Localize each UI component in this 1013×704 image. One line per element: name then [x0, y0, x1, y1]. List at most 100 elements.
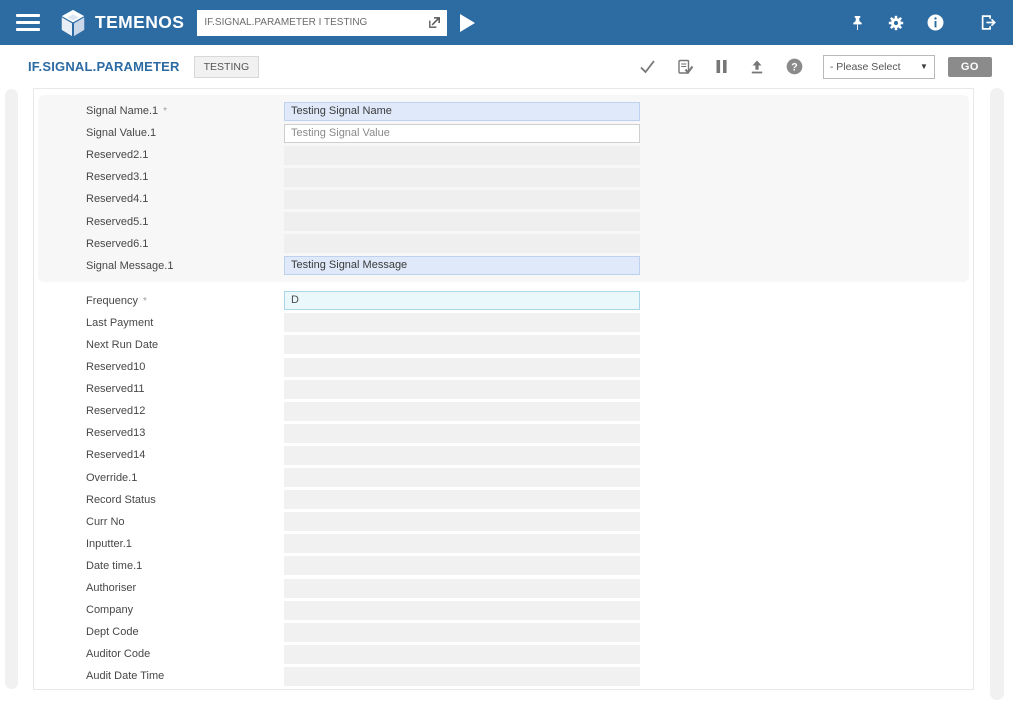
field-input-signal-name-1[interactable]: Testing Signal Name	[284, 101, 640, 121]
form-row: Audit Date Time	[34, 665, 973, 687]
field-label-text: Dept Code	[86, 626, 139, 639]
temenos-logo-icon	[61, 9, 85, 36]
field-label-text: Reserved3.1	[86, 171, 149, 184]
go-button[interactable]: GO	[947, 56, 992, 77]
field-label-text: Reserved13	[86, 427, 146, 440]
field-label: Audit Date Time	[86, 670, 284, 682]
form-row: Date time.1	[34, 555, 973, 577]
field-label-text: Signal Value.1	[86, 127, 157, 140]
help-icon[interactable]: ?	[786, 58, 803, 75]
form-row: Reserved14	[34, 444, 973, 466]
field-label: Reserved4.1	[86, 193, 284, 205]
field-label-text: Signal Name.1	[86, 105, 159, 118]
validate-doc-icon[interactable]	[677, 59, 694, 75]
field-input-reserved11	[284, 379, 640, 399]
command-input[interactable]	[204, 17, 428, 28]
field-label: Signal Name.1 *	[86, 105, 284, 117]
svg-text:?: ?	[791, 61, 797, 73]
field-input-reserved3-1	[284, 167, 640, 187]
field-label-text: Record Status	[86, 493, 156, 506]
field-label-text: Reserved11	[86, 383, 145, 396]
field-input-reserved6-1	[284, 234, 640, 254]
field-input-frequency[interactable]: D	[284, 291, 640, 311]
field-input-signal-value-1[interactable]: Testing Signal Value	[284, 123, 640, 143]
form-row: Frequency * D	[34, 290, 973, 312]
field-input-reserved4-1	[284, 189, 640, 209]
pin-icon[interactable]	[850, 15, 865, 31]
action-select[interactable]: - Please Select ▼	[822, 54, 935, 79]
hamburger-menu-icon[interactable]	[16, 14, 40, 31]
field-input-reserved10	[284, 357, 640, 377]
field-label-text: Curr No	[86, 515, 125, 528]
form-row: Reserved3.1	[38, 166, 969, 188]
field-input-signal-message-1[interactable]: Testing Signal Message	[284, 256, 640, 276]
field-label-text: Reserved12	[86, 405, 146, 418]
field-input-company	[284, 600, 640, 620]
field-label: Record Status	[86, 494, 284, 506]
field-label: Company	[86, 604, 284, 616]
field-input-reserved13	[284, 423, 640, 443]
field-label: Reserved13	[86, 427, 284, 439]
form-row: Reserved11	[34, 378, 973, 400]
header-actions	[850, 14, 997, 32]
field-input-curr-no	[284, 512, 640, 532]
form-row: Company	[34, 599, 973, 621]
field-label-text: Date time.1	[86, 559, 143, 572]
form-row: Next Run Date	[34, 334, 973, 356]
left-scrollbar-track[interactable]	[5, 89, 18, 689]
chevron-down-icon: ▼	[919, 62, 928, 71]
logout-icon[interactable]	[980, 14, 997, 31]
form-row: Reserved5.1	[38, 210, 969, 232]
record-toolbar: IF.SIGNAL.PARAMETER TESTING ? - Please S…	[0, 45, 1013, 88]
field-label-text: Reserved6.1	[86, 237, 149, 250]
toolbar-actions: ? - Please Select ▼ GO	[639, 54, 992, 79]
field-label-text: Reserved14	[86, 449, 146, 462]
field-label: Inputter.1	[86, 538, 284, 550]
form-row: Authoriser	[34, 577, 973, 599]
field-label: Date time.1	[86, 560, 284, 572]
field-label-text: Inputter.1	[86, 537, 132, 550]
field-label: Next Run Date	[86, 339, 284, 351]
gear-icon[interactable]	[887, 14, 905, 32]
form-row: Reserved4.1	[38, 188, 969, 210]
hold-pause-icon[interactable]	[715, 59, 728, 74]
field-label: Frequency *	[86, 295, 284, 307]
field-input-record-status	[284, 490, 640, 510]
field-label: Dept Code	[86, 626, 284, 638]
field-label: Reserved2.1	[86, 149, 284, 161]
field-input-next-run-date	[284, 335, 640, 355]
field-input-audit-date-time	[284, 666, 640, 686]
temenos-logo: TEMENOS	[58, 8, 184, 38]
right-scrollbar-track[interactable]	[990, 88, 1004, 700]
field-input-reserved2-1	[284, 145, 640, 165]
field-label: Curr No	[86, 516, 284, 528]
field-label: Authoriser	[86, 582, 284, 594]
form-row: Dept Code	[34, 621, 973, 643]
field-label: Last Payment	[86, 317, 284, 329]
field-label-text: Next Run Date	[86, 338, 159, 351]
required-marker: *	[163, 106, 168, 118]
upload-icon[interactable]	[749, 59, 765, 75]
field-label-text: Reserved2.1	[86, 149, 149, 162]
open-enquiry-icon[interactable]	[427, 15, 442, 30]
field-input-authoriser	[284, 578, 640, 598]
form-row: Signal Message.1 Testing Signal Message	[38, 255, 969, 277]
field-label-text: Auditor Code	[86, 648, 151, 661]
info-icon[interactable]	[927, 14, 944, 31]
form-panel: Signal Name.1 * Testing Signal Name Signal …	[33, 88, 974, 690]
tab-testing[interactable]: TESTING	[193, 55, 260, 78]
page-title: IF.SIGNAL.PARAMETER	[28, 59, 180, 74]
form-row: Inputter.1	[34, 533, 973, 555]
field-label: Override.1	[86, 472, 284, 484]
field-label: Reserved6.1	[86, 238, 284, 250]
run-play-icon[interactable]	[460, 13, 476, 32]
app-header: TEMENOS	[0, 0, 1013, 45]
action-select-value: - Please Select	[829, 60, 901, 73]
form-row: Reserved6.1	[38, 233, 969, 255]
field-label: Signal Value.1	[86, 127, 284, 139]
field-label: Reserved5.1	[86, 216, 284, 228]
commit-check-icon[interactable]	[639, 59, 656, 74]
field-label-text: Reserved5.1	[86, 215, 149, 228]
form-row: Signal Name.1 * Testing Signal Name	[38, 100, 969, 122]
field-label: Reserved14	[86, 449, 284, 461]
